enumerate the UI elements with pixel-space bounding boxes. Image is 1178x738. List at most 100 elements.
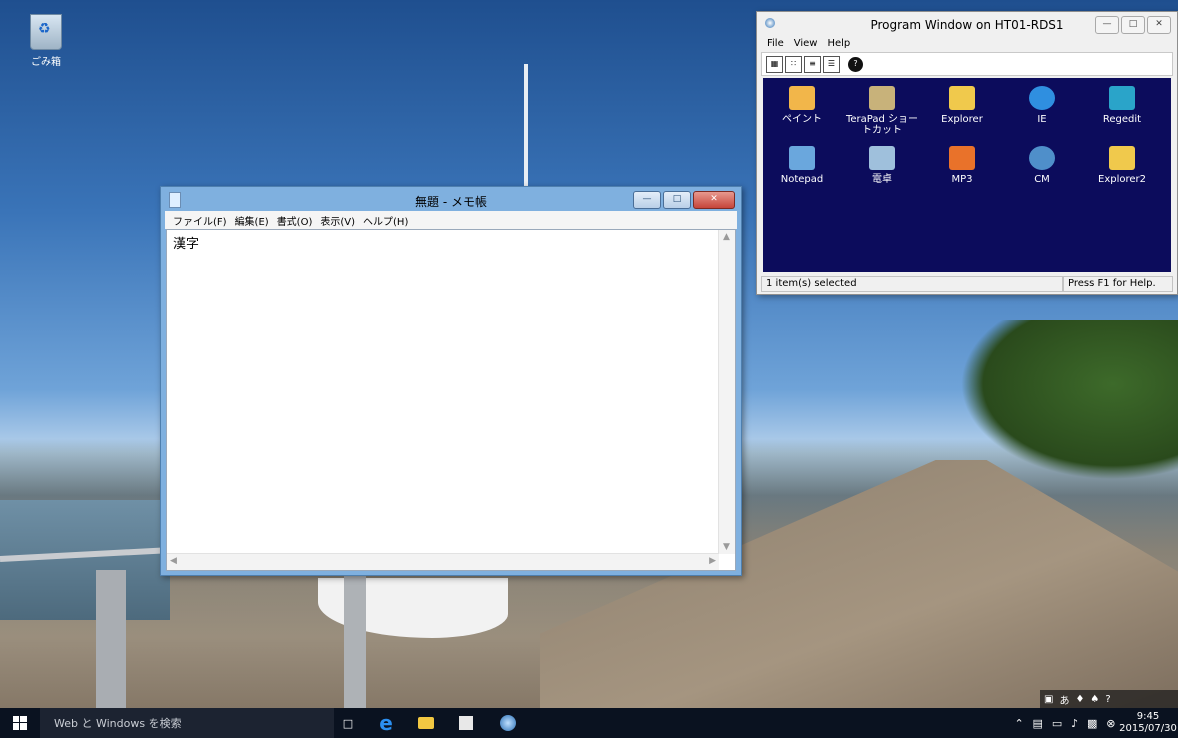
menu-help[interactable]: Help [827, 38, 850, 49]
program-item-label: 電卓 [872, 174, 892, 185]
network-icon[interactable]: ▤ [1033, 717, 1043, 730]
minimize-button[interactable]: — [633, 191, 661, 209]
maximize-button[interactable]: □ [1121, 16, 1145, 34]
program-item-label: ペイント [782, 114, 822, 125]
program-item-label: TeraPad ショートカット [845, 114, 919, 136]
system-tray: ⌃ ▤ ▭ ♪ ▩ ⊗ [1010, 708, 1120, 738]
windows-logo-icon [13, 716, 27, 730]
folder-icon [949, 86, 975, 110]
minimize-button[interactable]: — [1095, 16, 1119, 34]
terapad-icon [869, 86, 895, 110]
horizontal-scrollbar[interactable]: ◀ ▶ [167, 553, 719, 570]
small-icons-view-icon[interactable]: ∷ [785, 55, 802, 73]
program-item-explorer[interactable]: Explorer [925, 86, 999, 125]
notepad-icon [789, 146, 815, 170]
regedit-icon [1109, 86, 1135, 110]
program-item-label: CM [1034, 174, 1050, 185]
search-box[interactable]: Web と Windows を検索 [40, 708, 334, 738]
store-button[interactable] [450, 708, 482, 738]
program-window-menubar: File View Help [757, 36, 1177, 50]
program-item-paint[interactable]: ペイント [765, 86, 839, 125]
paint-icon [789, 86, 815, 110]
store-icon [459, 716, 473, 730]
mast-decoration [524, 64, 528, 194]
recycle-bin-icon [30, 14, 62, 50]
recycle-bin[interactable]: ごみ箱 [22, 14, 70, 68]
notification-icon[interactable]: ▩ [1087, 717, 1097, 730]
program-item-notepad[interactable]: Notepad [765, 146, 839, 185]
post-decoration [344, 574, 366, 708]
program-item-terapad[interactable]: TeraPad ショートカット [845, 86, 919, 136]
scroll-left-icon[interactable]: ◀ [170, 556, 177, 566]
ime-dictionary-icon[interactable]: ♠ [1090, 694, 1099, 705]
volume-icon[interactable]: ♪ [1071, 717, 1078, 730]
status-selection: 1 item(s) selected [761, 276, 1063, 292]
menu-file[interactable]: File [767, 38, 784, 49]
language-bar: ▣ あ ♦ ♠ ? [1040, 690, 1178, 708]
clock-date: 2015/07/30 [1119, 723, 1177, 734]
scroll-up-icon[interactable]: ▲ [723, 232, 730, 242]
edge-button[interactable]: e [370, 708, 402, 738]
display-icon[interactable]: ▭ [1052, 717, 1062, 730]
menu-file[interactable]: ファイル(F) [173, 213, 227, 228]
taskbar: Web と Windows を検索 □ e ⌃ ▤ ▭ ♪ ▩ ⊗ 9:45 2… [0, 708, 1178, 738]
folder-icon [418, 717, 434, 729]
edge-icon: e [379, 711, 393, 735]
list-view-icon[interactable]: ≡ [804, 55, 821, 73]
close-button[interactable]: ✕ [1147, 16, 1171, 34]
program-window-titlebar[interactable]: Program Window on HT01-RDS1 — □ ✕ [757, 12, 1177, 36]
ime-help-icon[interactable]: ? [1105, 694, 1110, 705]
menu-format[interactable]: 書式(O) [277, 213, 313, 228]
program-item-cm[interactable]: CM [1005, 146, 1079, 185]
globe-icon [500, 715, 516, 731]
program-item-label: Explorer [941, 114, 983, 125]
kana-mode-icon[interactable]: あ [1059, 692, 1069, 707]
notepad-menubar: ファイル(F) 編集(E) 書式(O) 表示(V) ヘルプ(H) [165, 211, 737, 229]
large-icons-view-icon[interactable]: ▦ [766, 55, 783, 73]
file-explorer-button[interactable] [410, 708, 442, 738]
program-item-label: IE [1037, 114, 1047, 125]
menu-edit[interactable]: 編集(E) [235, 213, 269, 228]
menu-view[interactable]: View [794, 38, 818, 49]
program-item-calculator[interactable]: 電卓 [845, 146, 919, 185]
start-button[interactable] [0, 708, 40, 738]
folder-icon [1109, 146, 1135, 170]
scroll-down-icon[interactable]: ▼ [723, 542, 730, 552]
maximize-button[interactable]: □ [663, 191, 691, 209]
status-help: Press F1 for Help. [1063, 276, 1173, 292]
program-item-label: Notepad [780, 174, 824, 185]
vertical-scrollbar[interactable]: ▲ ▼ [718, 230, 735, 554]
notepad-content: 漢字 [173, 237, 200, 252]
menu-help[interactable]: ヘルプ(H) [363, 213, 408, 228]
menu-view[interactable]: 表示(V) [320, 213, 355, 228]
search-placeholder: Web と Windows を検索 [54, 717, 182, 730]
notepad-text-area[interactable]: 漢字 ▲ ▼ ◀ ▶ [166, 229, 736, 571]
scroll-right-icon[interactable]: ▶ [709, 556, 716, 566]
program-window-statusbar: 1 item(s) selected Press F1 for Help. [761, 276, 1173, 292]
post-decoration [96, 570, 126, 708]
task-view-button[interactable]: □ [334, 708, 362, 738]
program-icon-area: ペイント TeraPad ショートカット Explorer IE Regedit… [763, 78, 1171, 272]
remote-app-button[interactable] [492, 708, 524, 738]
program-item-explorer2[interactable]: Explorer2 [1085, 146, 1159, 185]
ime-icon[interactable]: ▣ [1044, 694, 1053, 705]
notepad-titlebar[interactable]: 無題 - メモ帳 — □ ✕ [161, 187, 741, 211]
ime-status-icon[interactable]: ⊗ [1106, 717, 1115, 730]
details-view-icon[interactable]: ☰ [823, 55, 840, 73]
clock[interactable]: 9:45 2015/07/30 [1118, 708, 1178, 738]
globe-icon [1029, 146, 1055, 170]
notepad-window-controls: — □ ✕ [633, 191, 735, 209]
program-item-label: MP3 [951, 174, 973, 185]
program-window[interactable]: Program Window on HT01-RDS1 — □ ✕ File V… [756, 11, 1178, 295]
calculator-icon [869, 146, 895, 170]
program-item-ie[interactable]: IE [1005, 86, 1079, 125]
help-icon[interactable]: ? [848, 56, 863, 72]
program-item-mp3[interactable]: MP3 [925, 146, 999, 185]
ime-tool-icon[interactable]: ♦ [1075, 694, 1084, 705]
notepad-window[interactable]: 無題 - メモ帳 — □ ✕ ファイル(F) 編集(E) 書式(O) 表示(V)… [160, 186, 742, 576]
task-view-icon: □ [342, 716, 354, 730]
show-hidden-icons-icon[interactable]: ⌃ [1014, 717, 1023, 730]
trees-decoration [960, 320, 1178, 480]
program-item-regedit[interactable]: Regedit [1085, 86, 1159, 125]
close-button[interactable]: ✕ [693, 191, 735, 209]
